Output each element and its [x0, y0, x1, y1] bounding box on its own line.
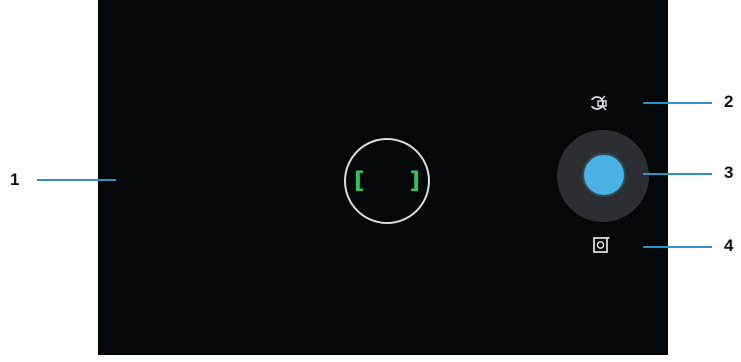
callout-line-4: [643, 246, 712, 248]
callout-number-3: 3: [724, 163, 734, 182]
callout-number-4: 4: [724, 236, 734, 255]
callout-line-1: [37, 179, 116, 181]
focus-bracket-right: ]: [409, 168, 420, 194]
callout-number-2: 2: [724, 92, 734, 111]
camera-mode-switch-icon[interactable]: [589, 94, 609, 112]
camera-viewfinder[interactable]: [ ]: [98, 0, 668, 355]
shutter-button[interactable]: [584, 155, 624, 195]
focus-ring: [ ]: [344, 138, 430, 224]
switch-camera-icon[interactable]: [592, 235, 612, 254]
callout-line-3: [643, 173, 712, 175]
callout-line-2: [643, 102, 712, 104]
callout-number-1: 1: [10, 170, 20, 189]
camera-ui-diagram: [ ] 1 2 3 4: [0, 0, 741, 362]
focus-bracket-left: [: [354, 168, 365, 194]
